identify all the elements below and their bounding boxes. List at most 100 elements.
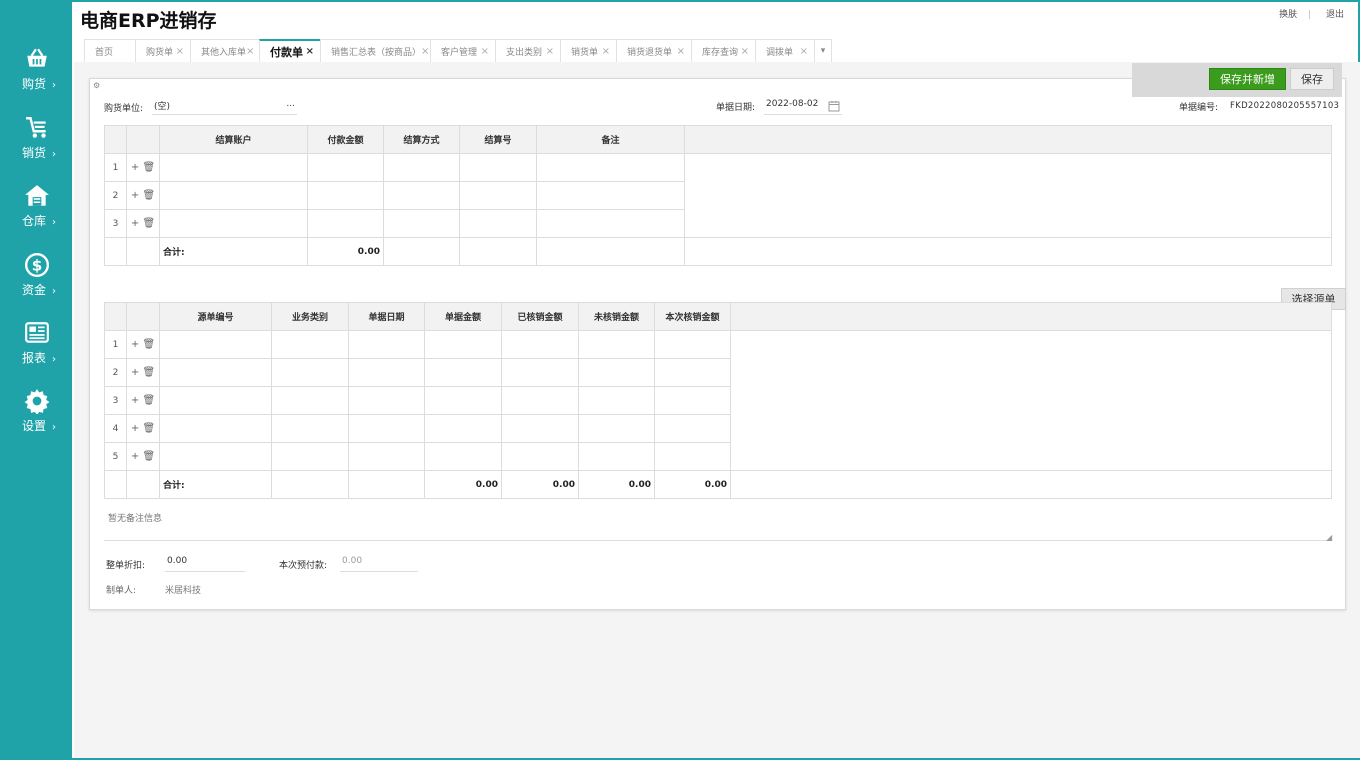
- tab-5[interactable]: 客户管理 ×: [430, 39, 496, 62]
- table-cell[interactable]: [578, 358, 655, 387]
- table-cell[interactable]: [501, 358, 579, 387]
- delete-row-icon[interactable]: 🗑: [142, 339, 155, 350]
- table-cell[interactable]: [159, 181, 308, 210]
- table-cell[interactable]: [578, 330, 655, 359]
- table-cell[interactable]: [159, 330, 272, 359]
- tab-close-icon[interactable]: ×: [306, 46, 314, 57]
- table-cell[interactable]: [159, 153, 308, 182]
- add-row-icon[interactable]: +: [131, 367, 139, 378]
- delete-row-icon[interactable]: 🗑: [142, 190, 155, 201]
- panel-settings-icon[interactable]: ⚙: [93, 81, 100, 90]
- tab-8[interactable]: 销货退货单 ×: [616, 39, 692, 62]
- column-header[interactable]: 已核销金额: [501, 302, 579, 331]
- table-cell[interactable]: [271, 358, 349, 387]
- date-field[interactable]: 2022-08-02: [764, 99, 842, 115]
- sidebar-item-3[interactable]: $ 资金 ›: [2, 252, 72, 312]
- table-cell[interactable]: [459, 209, 537, 238]
- table-cell[interactable]: [383, 153, 460, 182]
- delete-row-icon[interactable]: 🗑: [142, 451, 155, 462]
- column-header[interactable]: 结算账户: [159, 125, 308, 154]
- table-cell[interactable]: [307, 209, 384, 238]
- column-header[interactable]: 结算方式: [383, 125, 460, 154]
- table-cell[interactable]: [578, 442, 655, 471]
- table-cell[interactable]: [383, 209, 460, 238]
- tab-6[interactable]: 支出类别 ×: [495, 39, 561, 62]
- save-and-new-button[interactable]: 保存并新增: [1209, 68, 1286, 90]
- table-cell[interactable]: [536, 153, 685, 182]
- table-cell[interactable]: [159, 442, 272, 471]
- table-cell[interactable]: [271, 386, 349, 415]
- table-cell[interactable]: [159, 209, 308, 238]
- table-cell[interactable]: [654, 330, 731, 359]
- delete-row-icon[interactable]: 🗑: [142, 367, 155, 378]
- table-cell[interactable]: [459, 153, 537, 182]
- table-cell[interactable]: [578, 414, 655, 443]
- logout-link[interactable]: 退出: [1326, 10, 1344, 20]
- table-cell[interactable]: [536, 209, 685, 238]
- column-header[interactable]: 付款金额: [307, 125, 384, 154]
- supplier-field[interactable]: (空) ...: [152, 99, 297, 115]
- column-header[interactable]: 结算号: [459, 125, 537, 154]
- column-header[interactable]: 本次核销金额: [654, 302, 731, 331]
- add-row-icon[interactable]: +: [131, 339, 139, 350]
- table-cell[interactable]: [348, 386, 425, 415]
- table-cell[interactable]: [501, 442, 579, 471]
- tab-9[interactable]: 库存查询 ×: [691, 39, 756, 62]
- tab-close-icon[interactable]: ×: [176, 46, 184, 57]
- skin-link[interactable]: 换肤: [1279, 10, 1297, 20]
- table-cell[interactable]: [307, 153, 384, 182]
- add-row-icon[interactable]: +: [131, 451, 139, 462]
- tab-close-icon[interactable]: ×: [546, 46, 554, 57]
- table-cell[interactable]: [271, 442, 349, 471]
- table-cell[interactable]: [348, 442, 425, 471]
- column-header[interactable]: 单据日期: [348, 302, 425, 331]
- delete-row-icon[interactable]: 🗑: [142, 423, 155, 434]
- table-cell[interactable]: [424, 442, 502, 471]
- sidebar-item-1[interactable]: 销货 ›: [2, 115, 72, 175]
- table-cell[interactable]: [536, 181, 685, 210]
- discount-field[interactable]: 0.00: [165, 556, 245, 572]
- tab-0[interactable]: 首页: [84, 39, 136, 62]
- table-cell[interactable]: [654, 386, 731, 415]
- tab-close-icon[interactable]: ×: [602, 46, 610, 57]
- tab-7[interactable]: 销货单 ×: [560, 39, 617, 62]
- column-header[interactable]: 备注: [536, 125, 685, 154]
- column-header[interactable]: 源单编号: [159, 302, 272, 331]
- save-button[interactable]: 保存: [1290, 68, 1334, 90]
- add-row-icon[interactable]: +: [131, 423, 139, 434]
- tab-close-icon[interactable]: ×: [421, 46, 429, 57]
- table-cell[interactable]: [348, 358, 425, 387]
- sidebar-item-4[interactable]: 报表 ›: [2, 320, 72, 380]
- tab-close-icon[interactable]: ×: [800, 46, 808, 57]
- tab-close-icon[interactable]: ×: [741, 46, 749, 57]
- table-cell[interactable]: [654, 414, 731, 443]
- add-row-icon[interactable]: +: [131, 395, 139, 406]
- add-row-icon[interactable]: +: [131, 190, 139, 201]
- column-header[interactable]: 未核销金额: [578, 302, 655, 331]
- table-cell[interactable]: [501, 414, 579, 443]
- table-cell[interactable]: [424, 330, 502, 359]
- table-cell[interactable]: [501, 330, 579, 359]
- table-cell[interactable]: [501, 386, 579, 415]
- payable-field[interactable]: 0.00: [340, 556, 418, 572]
- tab-10[interactable]: 调拨单 ×: [755, 39, 815, 62]
- column-header[interactable]: 单据金额: [424, 302, 502, 331]
- table-cell[interactable]: [578, 386, 655, 415]
- table-cell[interactable]: [348, 414, 425, 443]
- table-cell[interactable]: [307, 181, 384, 210]
- tab-close-icon[interactable]: ×: [481, 46, 489, 57]
- table-cell[interactable]: [383, 181, 460, 210]
- delete-row-icon[interactable]: 🗑: [142, 162, 155, 173]
- delete-row-icon[interactable]: 🗑: [142, 395, 155, 406]
- table-cell[interactable]: [271, 330, 349, 359]
- table-cell[interactable]: [159, 386, 272, 415]
- add-row-icon[interactable]: +: [131, 218, 139, 229]
- delete-row-icon[interactable]: 🗑: [142, 218, 155, 229]
- tab-1[interactable]: 购货单 ×: [135, 39, 191, 62]
- tab-4[interactable]: 销售汇总表（按商品） ×: [320, 39, 431, 62]
- table-cell[interactable]: [424, 386, 502, 415]
- tab-close-icon[interactable]: ×: [246, 46, 254, 57]
- add-row-icon[interactable]: +: [131, 162, 139, 173]
- table-cell[interactable]: [424, 358, 502, 387]
- sidebar-item-0[interactable]: 购货 ›: [2, 46, 72, 106]
